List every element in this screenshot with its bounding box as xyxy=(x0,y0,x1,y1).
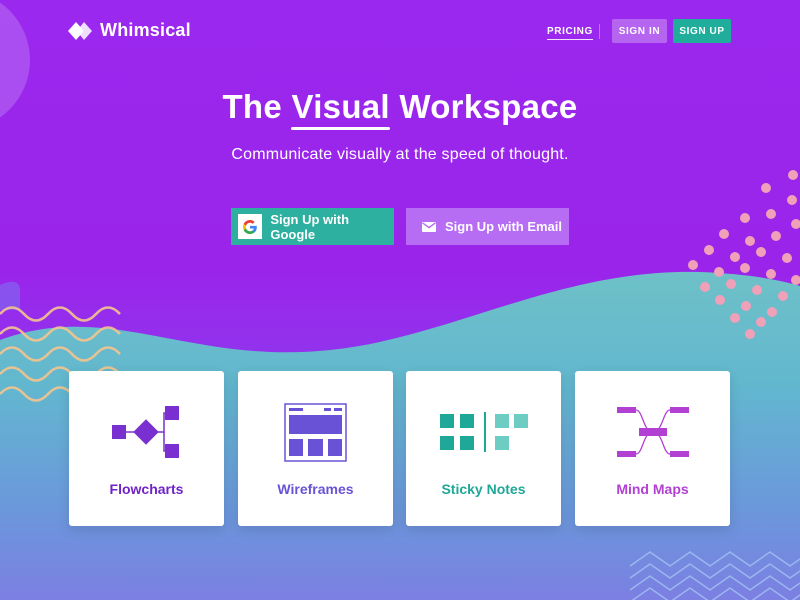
whimsical-logo-icon xyxy=(68,21,92,40)
title-before: The xyxy=(222,88,292,125)
brand-name: Whimsical xyxy=(100,20,191,40)
title-highlight: Visual xyxy=(291,88,391,130)
sign-in-button[interactable]: SIGN IN xyxy=(612,19,667,43)
logo[interactable]: Whimsical xyxy=(68,20,191,41)
sign-up-email-button[interactable]: Sign Up with Email xyxy=(406,208,569,245)
top-nav: Whimsical PRICING SIGN IN SIGN UP xyxy=(0,0,800,64)
title-after: Workspace xyxy=(389,88,578,125)
google-button-label: Sign Up with Google xyxy=(270,211,350,242)
feature-card-flowcharts[interactable]: Flowcharts xyxy=(69,371,224,526)
page-title: The Visual Workspace xyxy=(0,88,800,130)
feature-label: Wireframes xyxy=(277,481,354,497)
feature-label: Sticky Notes xyxy=(441,481,526,497)
mind-map-icon xyxy=(617,407,689,457)
feature-card-mind-maps[interactable]: Mind Maps xyxy=(575,371,730,526)
envelope-icon xyxy=(418,216,440,238)
pricing-link[interactable]: PRICING xyxy=(547,26,593,40)
sign-up-google-button[interactable]: Sign Up with Google xyxy=(231,208,394,245)
flowchart-icon xyxy=(112,406,179,458)
page-subtitle: Communicate visually at the speed of tho… xyxy=(231,146,569,163)
google-icon xyxy=(238,214,263,239)
feature-label: Mind Maps xyxy=(616,481,689,497)
sticky-notes-icon xyxy=(440,412,528,452)
nav-divider xyxy=(599,24,600,39)
feature-label: Flowcharts xyxy=(109,481,184,497)
feature-card-sticky-notes[interactable]: Sticky Notes xyxy=(406,371,561,526)
wireframe-icon xyxy=(284,403,347,462)
sign-up-button[interactable]: SIGN UP xyxy=(673,19,731,43)
email-button-label: Sign Up with Email xyxy=(445,219,563,234)
feature-card-wireframes[interactable]: Wireframes xyxy=(238,371,393,526)
